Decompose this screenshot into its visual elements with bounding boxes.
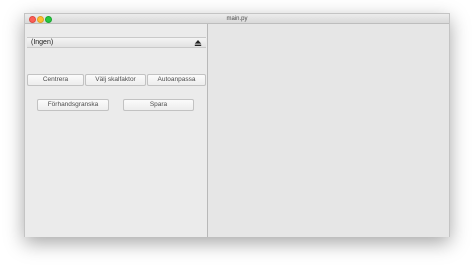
- title-bar[interactable]: main.py: [25, 14, 449, 24]
- app-window: main.py (Ingen) Centrera Välj skalfaktor…: [24, 13, 450, 237]
- choose-scale-factor-button[interactable]: Välj skalfaktor: [85, 74, 146, 86]
- left-panel: (Ingen) Centrera Välj skalfaktor Autoanp…: [25, 24, 208, 237]
- save-button[interactable]: Spara: [123, 99, 194, 111]
- center-button[interactable]: Centrera: [27, 74, 84, 86]
- combo-selected-value: (Ingen): [31, 39, 54, 46]
- window-title: main.py: [226, 16, 248, 22]
- camera-select-combo[interactable]: (Ingen): [27, 37, 206, 48]
- auto-fit-button[interactable]: Autoanpassa: [147, 74, 206, 86]
- preview-area: [208, 24, 449, 237]
- preview-button[interactable]: Förhandsgranska: [37, 99, 109, 111]
- eject-icon[interactable]: [194, 39, 202, 47]
